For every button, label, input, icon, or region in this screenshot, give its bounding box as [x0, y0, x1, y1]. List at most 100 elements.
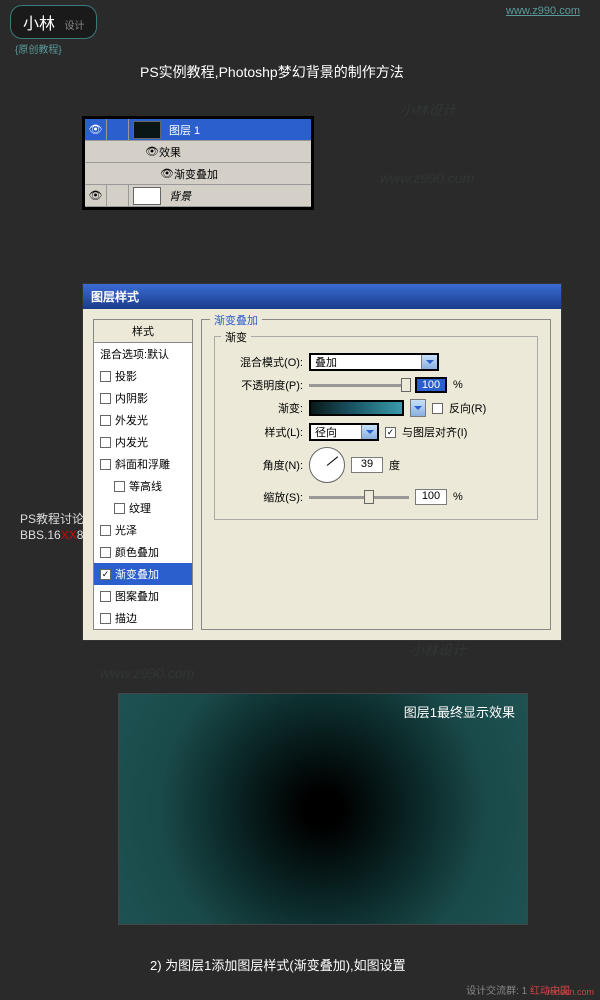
checkbox[interactable]	[100, 547, 111, 558]
styles-header: 样式	[94, 320, 192, 343]
layer-row-gradient-effect[interactable]: 👁 渐变叠加	[85, 163, 311, 185]
checkbox[interactable]	[100, 371, 111, 382]
logo-main: 小林 设计	[10, 5, 97, 39]
t: XX	[61, 528, 77, 542]
logo-sub2: {原创教程}	[15, 41, 97, 56]
checkbox[interactable]	[114, 503, 125, 514]
link-col[interactable]	[107, 119, 129, 140]
caption: 2) 为图层1添加图层样式(渐变叠加),如图设置	[150, 955, 406, 974]
opacity-input[interactable]: 100	[415, 377, 447, 393]
opacity-label: 不透明度(P):	[223, 377, 303, 393]
reverse-label: 反向(R)	[449, 400, 486, 416]
angle-row: 角度(N): 39 度	[223, 447, 529, 483]
watermark: www.z990.com	[380, 170, 474, 186]
angle-unit: 度	[389, 457, 400, 473]
styles-list: 样式 混合选项:默认 投影 内阴影 外发光 内发光 斜面和浮雕 等高线 纹理 光…	[93, 319, 193, 630]
visibility-icon[interactable]: 👁	[85, 119, 107, 140]
checkbox[interactable]: ✓	[100, 569, 111, 580]
style-satin[interactable]: 光泽	[94, 519, 192, 541]
checkbox[interactable]	[100, 459, 111, 470]
style-label: 描边	[115, 610, 137, 626]
fieldset-title: 渐变	[221, 329, 251, 345]
gradient-label: 渐变:	[223, 400, 303, 416]
checkbox[interactable]	[100, 591, 111, 602]
style-label: 图案叠加	[115, 588, 159, 604]
style-gradient-overlay[interactable]: ✓渐变叠加	[94, 563, 192, 585]
style-label: 光泽	[115, 522, 137, 538]
align-label: 与图层对齐(I)	[402, 424, 467, 440]
blend-mode-label: 混合模式(O):	[223, 354, 303, 370]
style-inner-glow[interactable]: 内发光	[94, 431, 192, 453]
watermark: www.z990.com	[100, 665, 194, 681]
side-text-1: PS教程讨论	[20, 510, 84, 527]
layer-thumbnail[interactable]	[133, 121, 161, 139]
layer-thumbnail[interactable]	[133, 187, 161, 205]
style-label: 颜色叠加	[115, 544, 159, 560]
checkbox[interactable]	[114, 481, 125, 492]
layer-label: 图层 1	[165, 122, 200, 138]
combo-value: 径向	[315, 424, 337, 440]
style-pattern-overlay[interactable]: 图案叠加	[94, 585, 192, 607]
scale-label: 缩放(S):	[223, 489, 303, 505]
watermark: 小林设计	[410, 640, 466, 660]
style-combo[interactable]: 径向	[309, 423, 379, 441]
checkbox[interactable]	[100, 525, 111, 536]
checkbox[interactable]	[100, 613, 111, 624]
angle-dial[interactable]	[309, 447, 345, 483]
style-bevel[interactable]: 斜面和浮雕	[94, 453, 192, 475]
style-color-overlay[interactable]: 颜色叠加	[94, 541, 192, 563]
style-contour[interactable]: 等高线	[94, 475, 192, 497]
logo-text: 小林	[23, 16, 55, 33]
url-link[interactable]: www.z990.com	[506, 5, 580, 17]
angle-label: 角度(N):	[223, 457, 303, 473]
style-row: 样式(L): 径向 ✓ 与图层对齐(I)	[223, 423, 529, 441]
layer-style-dialog: 图层样式 样式 混合选项:默认 投影 内阴影 外发光 内发光 斜面和浮雕 等高线…	[82, 283, 562, 641]
style-inner-shadow[interactable]: 内阴影	[94, 387, 192, 409]
section-title: 渐变叠加	[210, 312, 262, 328]
style-drop-shadow[interactable]: 投影	[94, 365, 192, 387]
angle-input[interactable]: 39	[351, 457, 383, 473]
layer-row-background[interactable]: 👁 背景	[85, 185, 311, 207]
style-label: 外发光	[115, 412, 148, 428]
opacity-slider[interactable]	[309, 384, 409, 387]
gradient-preview[interactable]	[309, 400, 404, 416]
blend-mode-combo[interactable]: 叠加	[309, 353, 439, 371]
footer-logo: redocn.com	[547, 987, 594, 997]
align-checkbox[interactable]: ✓	[385, 427, 396, 438]
chevron-down-icon	[421, 355, 437, 369]
effect-label: 渐变叠加	[174, 166, 218, 182]
reverse-checkbox[interactable]	[432, 403, 443, 414]
visibility-icon[interactable]: 👁	[85, 185, 107, 206]
scale-input[interactable]: 100	[415, 489, 447, 505]
style-label: 内发光	[115, 434, 148, 450]
style-outer-glow[interactable]: 外发光	[94, 409, 192, 431]
t: 8	[77, 528, 84, 542]
gradient-row: 渐变: 反向(R)	[223, 399, 529, 417]
style-label: 内阴影	[115, 390, 148, 406]
gradient-dropdown[interactable]	[410, 399, 426, 417]
scale-slider[interactable]	[309, 496, 409, 499]
blend-mode-row: 混合模式(O): 叠加	[223, 353, 529, 371]
slider-thumb[interactable]	[401, 378, 411, 392]
checkbox[interactable]	[100, 415, 111, 426]
style-blend-default[interactable]: 混合选项:默认	[94, 343, 192, 365]
effects-label: 效果	[159, 144, 181, 160]
checkbox[interactable]	[100, 437, 111, 448]
watermark: 小林设计	[400, 100, 456, 120]
t: BBS.16	[20, 528, 61, 542]
style-label: 投影	[115, 368, 137, 384]
checkbox[interactable]	[100, 393, 111, 404]
slider-thumb[interactable]	[364, 490, 374, 504]
layers-panel: 👁 图层 1 👁 效果 👁 渐变叠加 👁 背景	[82, 116, 314, 210]
style-stroke[interactable]: 描边	[94, 607, 192, 629]
opacity-row: 不透明度(P): 100 %	[223, 377, 529, 393]
logo-area: 小林 设计 {原创教程}	[10, 5, 97, 56]
effect-icon: 👁	[160, 167, 174, 180]
layer-row-effects[interactable]: 👁 效果	[85, 141, 311, 163]
layer-row-layer1[interactable]: 👁 图层 1	[85, 119, 311, 141]
link-col[interactable]	[107, 185, 129, 206]
settings-panel: 渐变叠加 渐变 混合模式(O): 叠加 不透明度(P): 100 %	[201, 319, 551, 630]
scale-row: 缩放(S): 100 %	[223, 489, 529, 505]
layer-label: 背景	[165, 188, 191, 204]
style-texture[interactable]: 纹理	[94, 497, 192, 519]
